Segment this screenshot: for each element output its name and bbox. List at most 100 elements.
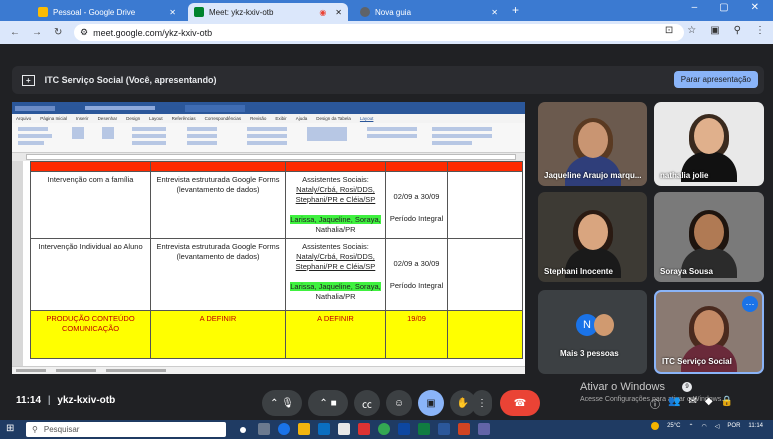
- more-options-icon[interactable]: ⋯: [742, 296, 758, 312]
- close-window-icon[interactable]: ✕: [751, 2, 759, 13]
- widgets-icon[interactable]: [258, 423, 270, 435]
- forward-icon[interactable]: →: [32, 27, 42, 38]
- resp-head: Assistentes Sociais:: [302, 175, 369, 184]
- tab-label: Meet: ykz-kxiv-otb: [209, 7, 274, 17]
- site-info-icon[interactable]: ⚙: [80, 27, 88, 38]
- tab-new-tab[interactable]: Nova guia ✕: [354, 3, 504, 21]
- stop-presenting-button[interactable]: Parar apresentação: [673, 71, 758, 88]
- input-language[interactable]: POR: [727, 423, 740, 429]
- present-button[interactable]: ▣: [418, 390, 444, 416]
- period-text: Período Integral: [389, 214, 444, 223]
- end-call-icon: ☎: [513, 397, 527, 409]
- close-tab-icon[interactable]: ✕: [169, 8, 176, 17]
- people-icon[interactable]: 👥: [668, 396, 680, 411]
- wifi-icon[interactable]: ◠: [702, 423, 707, 430]
- recording-icon: ◉: [319, 7, 327, 17]
- word-icon[interactable]: [438, 423, 450, 435]
- ribbon-controls: [18, 127, 492, 145]
- resp-line: Nataly/Crbá, Rosi/DDS,: [296, 252, 375, 261]
- self-tile[interactable]: ⋯ ITC Serviço Social: [654, 290, 764, 374]
- url-field[interactable]: ⚙ meet.google.com/ykz-kxiv-otb: [74, 24, 684, 41]
- ribbon-tab: Ajuda: [295, 116, 308, 121]
- excel-icon[interactable]: [418, 423, 430, 435]
- taskbar-search[interactable]: ⚲ Pesquisar: [26, 422, 226, 437]
- resp-line: Stephani/PR e Cléia/SP: [295, 195, 376, 204]
- reload-icon[interactable]: ↻: [54, 27, 62, 38]
- app-icon[interactable]: [398, 423, 410, 435]
- hand-icon: ✋: [456, 397, 470, 409]
- participant-tile[interactable]: Jaqueline Araujo marqu...: [538, 102, 647, 186]
- new-tab-button[interactable]: +: [512, 3, 519, 17]
- resp-highlight: Larissa, Jaqueline, Soraya,: [290, 215, 381, 224]
- captions-button[interactable]: ㏄: [354, 390, 380, 416]
- extensions-icon[interactable]: ⚲: [734, 25, 741, 36]
- bookmark-star-icon[interactable]: ☆: [687, 25, 696, 36]
- doc-title: [85, 106, 155, 110]
- cell-activity: Intervenção Individual ao Aluno: [30, 238, 151, 311]
- store-icon[interactable]: [318, 423, 330, 435]
- tab-label: Nova guia: [375, 7, 412, 17]
- cast-icon[interactable]: ⊡: [665, 25, 673, 36]
- task-view-icon[interactable]: [240, 427, 246, 433]
- lock-icon[interactable]: 🔒: [721, 396, 733, 411]
- participant-tile[interactable]: Soraya Sousa: [654, 192, 764, 282]
- weather-icon[interactable]: [651, 422, 660, 430]
- more-participants-tile[interactable]: N Mais 3 pessoas: [538, 290, 647, 374]
- ruler-scale: [26, 154, 516, 160]
- table-row: Intervenção Individual ao Aluno Entrevis…: [30, 238, 523, 311]
- resp-tail: Nathalia/PR: [315, 225, 356, 234]
- app-icon[interactable]: [358, 423, 370, 435]
- resp-highlight: Larissa, Jaqueline, Soraya,: [290, 282, 381, 291]
- meeting-code: ykz-kxiv-otb: [57, 395, 116, 406]
- app-icon[interactable]: [338, 423, 350, 435]
- ribbon-tab: Design da Tabela: [316, 116, 351, 121]
- teams-icon[interactable]: [478, 423, 490, 435]
- minimize-icon[interactable]: –: [692, 2, 698, 13]
- camera-button[interactable]: ⌃ ■: [308, 390, 348, 416]
- close-tab-icon[interactable]: ✕: [491, 8, 498, 17]
- cell-responsible: Assistentes Sociais: Nataly/Crbá, Rosi/D…: [285, 171, 386, 239]
- tray-clock[interactable]: 11:14: [748, 423, 763, 429]
- ribbon-tab: Layout: [149, 116, 163, 121]
- cell-tool: Entrevista estruturada Google Forms (lev…: [150, 171, 286, 239]
- cell-responsible: Assistentes Sociais: Nataly/Crbá, Rosi/D…: [285, 238, 386, 311]
- volume-icon[interactable]: ◁: [715, 423, 720, 430]
- chevron-up-icon[interactable]: ⌃: [689, 423, 694, 430]
- sidepanel-icon[interactable]: ▣: [710, 25, 719, 36]
- edge-icon[interactable]: [278, 423, 290, 435]
- chrome-taskbar-icon[interactable]: [378, 423, 390, 435]
- info-icon[interactable]: ⓘ: [650, 396, 660, 411]
- chevron-up-icon: ⌃: [270, 397, 279, 409]
- file-explorer-icon[interactable]: [298, 423, 310, 435]
- close-tab-icon[interactable]: ✕: [335, 8, 342, 17]
- windows-start-icon[interactable]: ⊞: [6, 423, 14, 434]
- word-titlebar: [12, 102, 525, 114]
- ribbon-tab: Correspondências: [204, 116, 242, 121]
- tab-google-drive[interactable]: Pessoal - Google Drive ✕: [32, 3, 182, 21]
- tab-meet[interactable]: Meet: ykz-kxiv-otb ◉ ✕: [188, 3, 348, 21]
- back-icon[interactable]: ←: [10, 27, 20, 38]
- participant-name: ITC Serviço Social: [662, 357, 732, 366]
- activities-icon[interactable]: ◆: [705, 396, 713, 411]
- powerpoint-icon[interactable]: [458, 423, 470, 435]
- ribbon-tab: Design: [126, 116, 141, 121]
- autosave-toggle: [15, 105, 55, 111]
- more-options-button[interactable]: ⋮: [472, 390, 492, 416]
- microphone-button[interactable]: ⌃ 🎙: [262, 390, 302, 416]
- emoji-button[interactable]: ☺: [386, 390, 412, 416]
- participant-tile[interactable]: nathalia jolie: [654, 102, 764, 186]
- ribbon-tab: Referências: [171, 116, 196, 121]
- participant-tile[interactable]: Stephani Inocente: [538, 192, 647, 282]
- participant-name: Stephani Inocente: [544, 267, 613, 276]
- chat-icon[interactable]: ✉: [688, 396, 696, 411]
- leave-call-button[interactable]: ☎: [500, 390, 540, 416]
- system-tray: 25°C ⌃ ◠ ◁ POR 11:14: [651, 422, 763, 430]
- resp-tail: Nathalia/PR: [315, 292, 356, 301]
- drive-icon: [38, 7, 48, 17]
- window-controls: – ▢ ✕: [692, 2, 773, 13]
- cell-responsible: A DEFINIR: [285, 310, 386, 359]
- menu-icon[interactable]: ⋮: [755, 25, 765, 36]
- ribbon: [12, 123, 525, 153]
- cell-empty: [447, 310, 523, 359]
- maximize-icon[interactable]: ▢: [719, 2, 728, 13]
